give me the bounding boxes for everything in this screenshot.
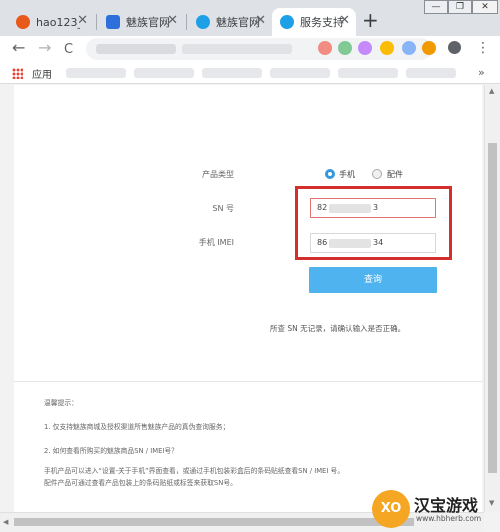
tab-meizu-2[interactable]: 魅族官网 ✕: [188, 8, 272, 36]
radio-accessory[interactable]: [372, 169, 382, 179]
tip-line-4: 配件产品可通过查看产品包装上的条码贴纸或标签来获取SN号。: [44, 479, 237, 487]
watermark-logo: XO 汉宝游戏 www.hbherb.com: [372, 490, 500, 532]
tip-line-2: 2. 如何查看所购买的魅族商品SN / IMEI号？: [44, 447, 178, 455]
extension-icon[interactable]: [402, 41, 416, 55]
blurred-url: [96, 44, 176, 54]
tab-divider: [96, 14, 97, 30]
query-card: 产品类型 手机 配件 SN 号 82 3 手机 IMEI 86 34 查询 所查…: [14, 85, 482, 512]
vertical-scrollbar[interactable]: ▲ ▼: [484, 85, 500, 512]
close-tab-icon[interactable]: ✕: [77, 14, 88, 28]
tab-divider: [186, 14, 187, 30]
tab-title: 魅族官网: [126, 16, 170, 29]
blurred-bookmark[interactable]: [270, 68, 330, 78]
tip-line-1: 1. 仅支持魅族商城及授权渠道所售魅族产品的真伪查询服务；: [44, 423, 230, 431]
apps-label[interactable]: 应用: [32, 66, 52, 81]
radio-phone-label[interactable]: 手机: [339, 169, 355, 180]
query-button[interactable]: 查询: [309, 267, 437, 293]
blurred-bookmark[interactable]: [406, 68, 456, 78]
tab-title: hao123_: [36, 15, 80, 29]
back-icon[interactable]: ←: [12, 39, 25, 57]
tab-service-support[interactable]: 服务支持 ✕: [272, 8, 356, 36]
apps-grid-icon[interactable]: [12, 68, 23, 79]
profile-icon[interactable]: [448, 41, 461, 54]
bookmarks-bar: 应用 »: [0, 62, 500, 84]
tips-heading: 温馨提示：: [44, 399, 78, 407]
more-bookmarks-icon[interactable]: »: [478, 64, 485, 82]
meizu-icon: [280, 15, 294, 29]
close-window-button[interactable]: ✕: [472, 0, 498, 14]
tab-meizu-1[interactable]: 魅族官网 ✕: [98, 8, 184, 36]
radio-accessory-label[interactable]: 配件: [387, 169, 403, 180]
tab-title: 服务支持: [300, 16, 344, 29]
watermark-title: 汉宝游戏: [414, 496, 479, 515]
close-tab-icon[interactable]: ✕: [339, 14, 350, 28]
imei-label: 手机 IMEI: [198, 238, 234, 247]
menu-icon[interactable]: ⋮: [476, 39, 490, 57]
tab-strip: hao123_ ✕ 魅族官网 ✕ 魅族官网 ✕ 服务支持 ✕ + — ❐ ✕: [0, 0, 500, 36]
blurred-url: [182, 44, 292, 54]
error-note: 所查 SN 无记录，请确认输入是否正确。: [270, 324, 406, 333]
new-tab-button[interactable]: +: [362, 10, 379, 30]
sn-label: SN 号: [212, 204, 234, 213]
tab-hao123[interactable]: hao123_ ✕: [8, 8, 94, 36]
forward-icon[interactable]: →: [38, 39, 51, 57]
paw-icon: [106, 15, 120, 29]
product-type-label: 产品类型: [202, 170, 234, 179]
horizontal-scroll-thumb[interactable]: [14, 518, 414, 526]
restore-button[interactable]: ❐: [448, 0, 472, 14]
tab-title: 魅族官网: [216, 16, 260, 29]
extension-icon[interactable]: [358, 41, 372, 55]
section-divider: [14, 381, 482, 382]
page-viewport: 产品类型 手机 配件 SN 号 82 3 手机 IMEI 86 34 查询 所查…: [0, 85, 484, 512]
browser-window: hao123_ ✕ 魅族官网 ✕ 魅族官网 ✕ 服务支持 ✕ + — ❐ ✕ ←…: [0, 0, 500, 532]
minimize-button[interactable]: —: [424, 0, 448, 14]
watermark-emblem: XO: [372, 490, 410, 528]
blurred-bookmark[interactable]: [202, 68, 262, 78]
blurred-bookmark[interactable]: [134, 68, 194, 78]
extension-icon[interactable]: [422, 41, 436, 55]
extension-icon[interactable]: [318, 41, 332, 55]
meizu-icon: [196, 15, 210, 29]
extension-icon[interactable]: [338, 41, 352, 55]
close-tab-icon[interactable]: ✕: [167, 14, 178, 28]
scroll-left-icon[interactable]: ◀: [3, 518, 8, 526]
tip-line-3: 手机产品可以进入“设置-关于手机”界面查看，或通过手机包装彩盒后的条码贴纸查看S…: [44, 467, 345, 475]
blurred-bookmark[interactable]: [338, 68, 398, 78]
close-tab-icon[interactable]: ✕: [255, 14, 266, 28]
highlight-box: [295, 186, 452, 260]
reload-icon[interactable]: C: [64, 41, 73, 59]
hao123-icon: [16, 15, 30, 29]
blurred-bookmark[interactable]: [66, 68, 126, 78]
scroll-up-icon[interactable]: ▲: [489, 87, 494, 95]
browser-toolbar: ← → C ⋮: [0, 36, 500, 62]
radio-phone[interactable]: [325, 169, 335, 179]
extension-icon[interactable]: [380, 41, 394, 55]
vertical-scroll-thumb[interactable]: [488, 143, 497, 473]
watermark-url: www.hbherb.com: [416, 514, 482, 523]
